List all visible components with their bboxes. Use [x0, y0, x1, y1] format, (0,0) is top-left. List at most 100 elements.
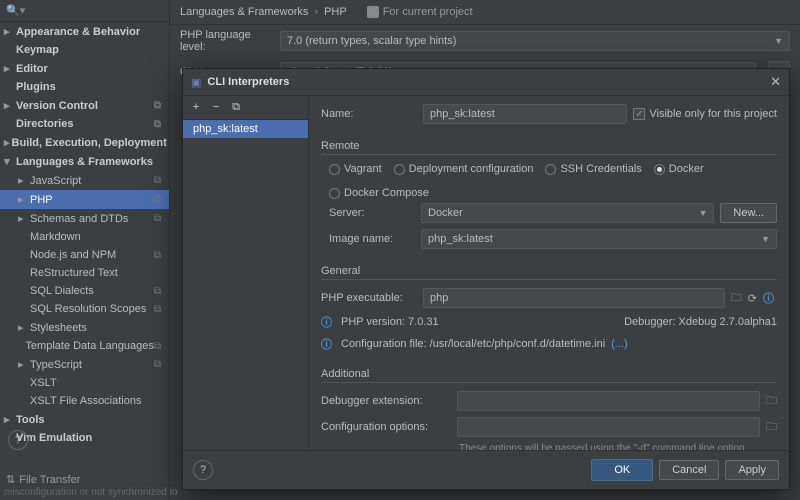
copy-icon: [367, 6, 379, 18]
breadcrumb: Languages & Frameworks › PHP For current…: [170, 0, 800, 25]
sidebar-item-schemas-and-dtds[interactable]: ▸Schemas and DTDs⧉: [0, 209, 169, 228]
sidebar-item-label: ReStructured Text: [30, 267, 118, 279]
server-label: Server:: [329, 207, 415, 219]
config-file-more-link[interactable]: (...): [611, 338, 628, 350]
apply-button[interactable]: Apply: [725, 460, 779, 480]
sidebar-item-label: Appearance & Behavior: [16, 26, 140, 38]
cancel-button[interactable]: Cancel: [659, 460, 719, 480]
add-button[interactable]: +: [189, 101, 203, 114]
sidebar-item-editor[interactable]: ▸Editor: [0, 59, 169, 78]
php-executable-input[interactable]: [423, 288, 725, 308]
interpreter-list-item[interactable]: php_sk:latest: [183, 120, 308, 138]
caret-icon: ▾: [4, 155, 14, 168]
sidebar-item-label: Node.js and NPM: [30, 249, 116, 261]
radio-ssh-credentials[interactable]: SSH Credentials: [545, 163, 641, 175]
radio-docker-compose[interactable]: Docker Compose: [329, 187, 429, 199]
caret-icon: ▸: [4, 99, 14, 112]
breadcrumb-item[interactable]: PHP: [324, 6, 347, 18]
sidebar-item-directories[interactable]: Directories⧉: [0, 115, 169, 133]
sidebar-item-javascript[interactable]: ▸JavaScript⧉: [0, 171, 169, 190]
radio-dot-icon: [545, 164, 556, 175]
sidebar-item-label: Keymap: [16, 44, 59, 56]
interpreter-list-panel: + − ⧉ php_sk:latest: [183, 96, 309, 450]
debugger-version-text: Debugger: Xdebug 2.7.0alpha1: [624, 316, 777, 328]
project-scope-icon: ⧉: [154, 213, 165, 224]
project-badge: For current project: [367, 6, 473, 18]
caret-icon: ▸: [4, 136, 10, 149]
radio-vagrant[interactable]: Vagrant: [329, 163, 382, 175]
sidebar-item-build-execution-deployment[interactable]: ▸Build, Execution, Deployment: [0, 133, 169, 152]
config-options-input[interactable]: [457, 417, 760, 437]
new-server-button[interactable]: New...: [720, 203, 777, 223]
help-button[interactable]: ?: [193, 460, 213, 480]
debugger-extension-label: Debugger extension:: [321, 395, 451, 407]
sidebar-item-php[interactable]: ▸PHP⧉: [0, 190, 169, 209]
php-executable-label: PHP executable:: [321, 292, 417, 304]
sidebar-item-stylesheets[interactable]: ▸Stylesheets: [0, 318, 169, 337]
radio-dot-icon: [329, 188, 340, 199]
settings-sidebar: 🔍▾ ▸Appearance & BehaviorKeymap▸EditorPl…: [0, 0, 170, 500]
sidebar-item-version-control[interactable]: ▸Version Control⧉: [0, 96, 169, 115]
caret-icon: ▸: [18, 212, 28, 225]
breadcrumb-item[interactable]: Languages & Frameworks: [180, 6, 308, 18]
sidebar-item-plugins[interactable]: Plugins: [0, 78, 169, 96]
sidebar-item-template-data-languages[interactable]: Template Data Languages⧉: [0, 337, 169, 355]
image-name-select[interactable]: php_sk:latest ▼: [421, 229, 777, 249]
sidebar-item-xslt-file-associations[interactable]: XSLT File Associations: [0, 392, 169, 410]
folder-icon[interactable]: 🗀: [731, 289, 742, 308]
sidebar-item-restructured-text[interactable]: ReStructured Text: [0, 264, 169, 282]
sidebar-item-markdown[interactable]: Markdown: [0, 228, 169, 246]
sidebar-item-label: TypeScript: [30, 359, 82, 371]
name-input[interactable]: [423, 104, 627, 124]
sidebar-item-tools[interactable]: ▸Tools: [0, 410, 169, 429]
radio-dot-icon: [394, 164, 405, 175]
checkbox-icon: ✓: [633, 108, 645, 120]
sidebar-item-label: Template Data Languages: [25, 340, 153, 352]
project-scope-icon: ⧉: [154, 341, 165, 352]
sidebar-item-label: Stylesheets: [30, 322, 87, 334]
caret-icon: ▸: [4, 62, 14, 75]
info-icon[interactable]: ⓘ: [763, 290, 777, 306]
name-label: Name:: [321, 108, 417, 120]
chevron-down-icon: ▼: [774, 36, 783, 46]
sidebar-item-keymap[interactable]: Keymap: [0, 41, 169, 59]
sidebar-item-appearance-behavior[interactable]: ▸Appearance & Behavior: [0, 22, 169, 41]
radio-docker[interactable]: Docker: [654, 163, 704, 175]
sidebar-item-node-js-and-npm[interactable]: Node.js and NPM ⧉: [0, 246, 169, 264]
sidebar-item-label: XSLT: [30, 377, 57, 389]
project-scope-icon: ⧉: [154, 119, 165, 130]
close-button[interactable]: ✕: [770, 74, 781, 90]
server-select[interactable]: Docker ▼: [421, 203, 714, 223]
php-icon: ▣: [191, 76, 201, 89]
sidebar-item-label: PHP: [30, 194, 53, 206]
config-file-text: Configuration file: /usr/local/etc/php/c…: [341, 338, 605, 350]
php-language-level-select[interactable]: 7.0 (return types, scalar type hints) ▼: [280, 31, 790, 51]
caret-icon: ▸: [4, 413, 14, 426]
chevron-down-icon: ▼: [761, 234, 770, 244]
project-scope-icon: ⧉: [154, 250, 165, 261]
sidebar-item-label: Version Control: [16, 100, 98, 112]
sidebar-item-sql-dialects[interactable]: SQL Dialects⧉: [0, 282, 169, 300]
dialog-titlebar: ▣ CLI Interpreters ✕: [183, 69, 789, 96]
copy-button[interactable]: ⧉: [229, 101, 243, 114]
sidebar-item-typescript[interactable]: ▸TypeScript⧉: [0, 355, 169, 374]
php-version-text: PHP version: 7.0.31: [341, 316, 439, 328]
sidebar-item-xslt[interactable]: XSLT: [0, 374, 169, 392]
caret-icon: ▸: [4, 25, 14, 38]
remove-button[interactable]: −: [209, 101, 223, 114]
folder-icon[interactable]: 🗀: [766, 418, 777, 437]
general-section-title: General: [321, 265, 777, 280]
ok-button[interactable]: OK: [591, 459, 653, 481]
radio-deployment-configuration[interactable]: Deployment configuration: [394, 163, 534, 175]
debugger-extension-input[interactable]: [457, 391, 760, 411]
sidebar-item-sql-resolution-scopes[interactable]: SQL Resolution Scopes⧉: [0, 300, 169, 318]
sidebar-item-label: Tools: [16, 414, 45, 426]
sidebar-item-languages-frameworks[interactable]: ▾Languages & Frameworks: [0, 152, 169, 171]
visible-only-checkbox[interactable]: ✓ Visible only for this project: [633, 108, 777, 120]
chevron-right-icon: ›: [314, 6, 318, 18]
reload-icon[interactable]: ⟳: [748, 292, 757, 305]
options-hint: These options will be passed using the "…: [459, 443, 777, 450]
sidebar-search[interactable]: 🔍▾: [0, 0, 169, 22]
folder-icon[interactable]: 🗀: [766, 392, 777, 411]
help-button[interactable]: ?: [8, 430, 28, 450]
